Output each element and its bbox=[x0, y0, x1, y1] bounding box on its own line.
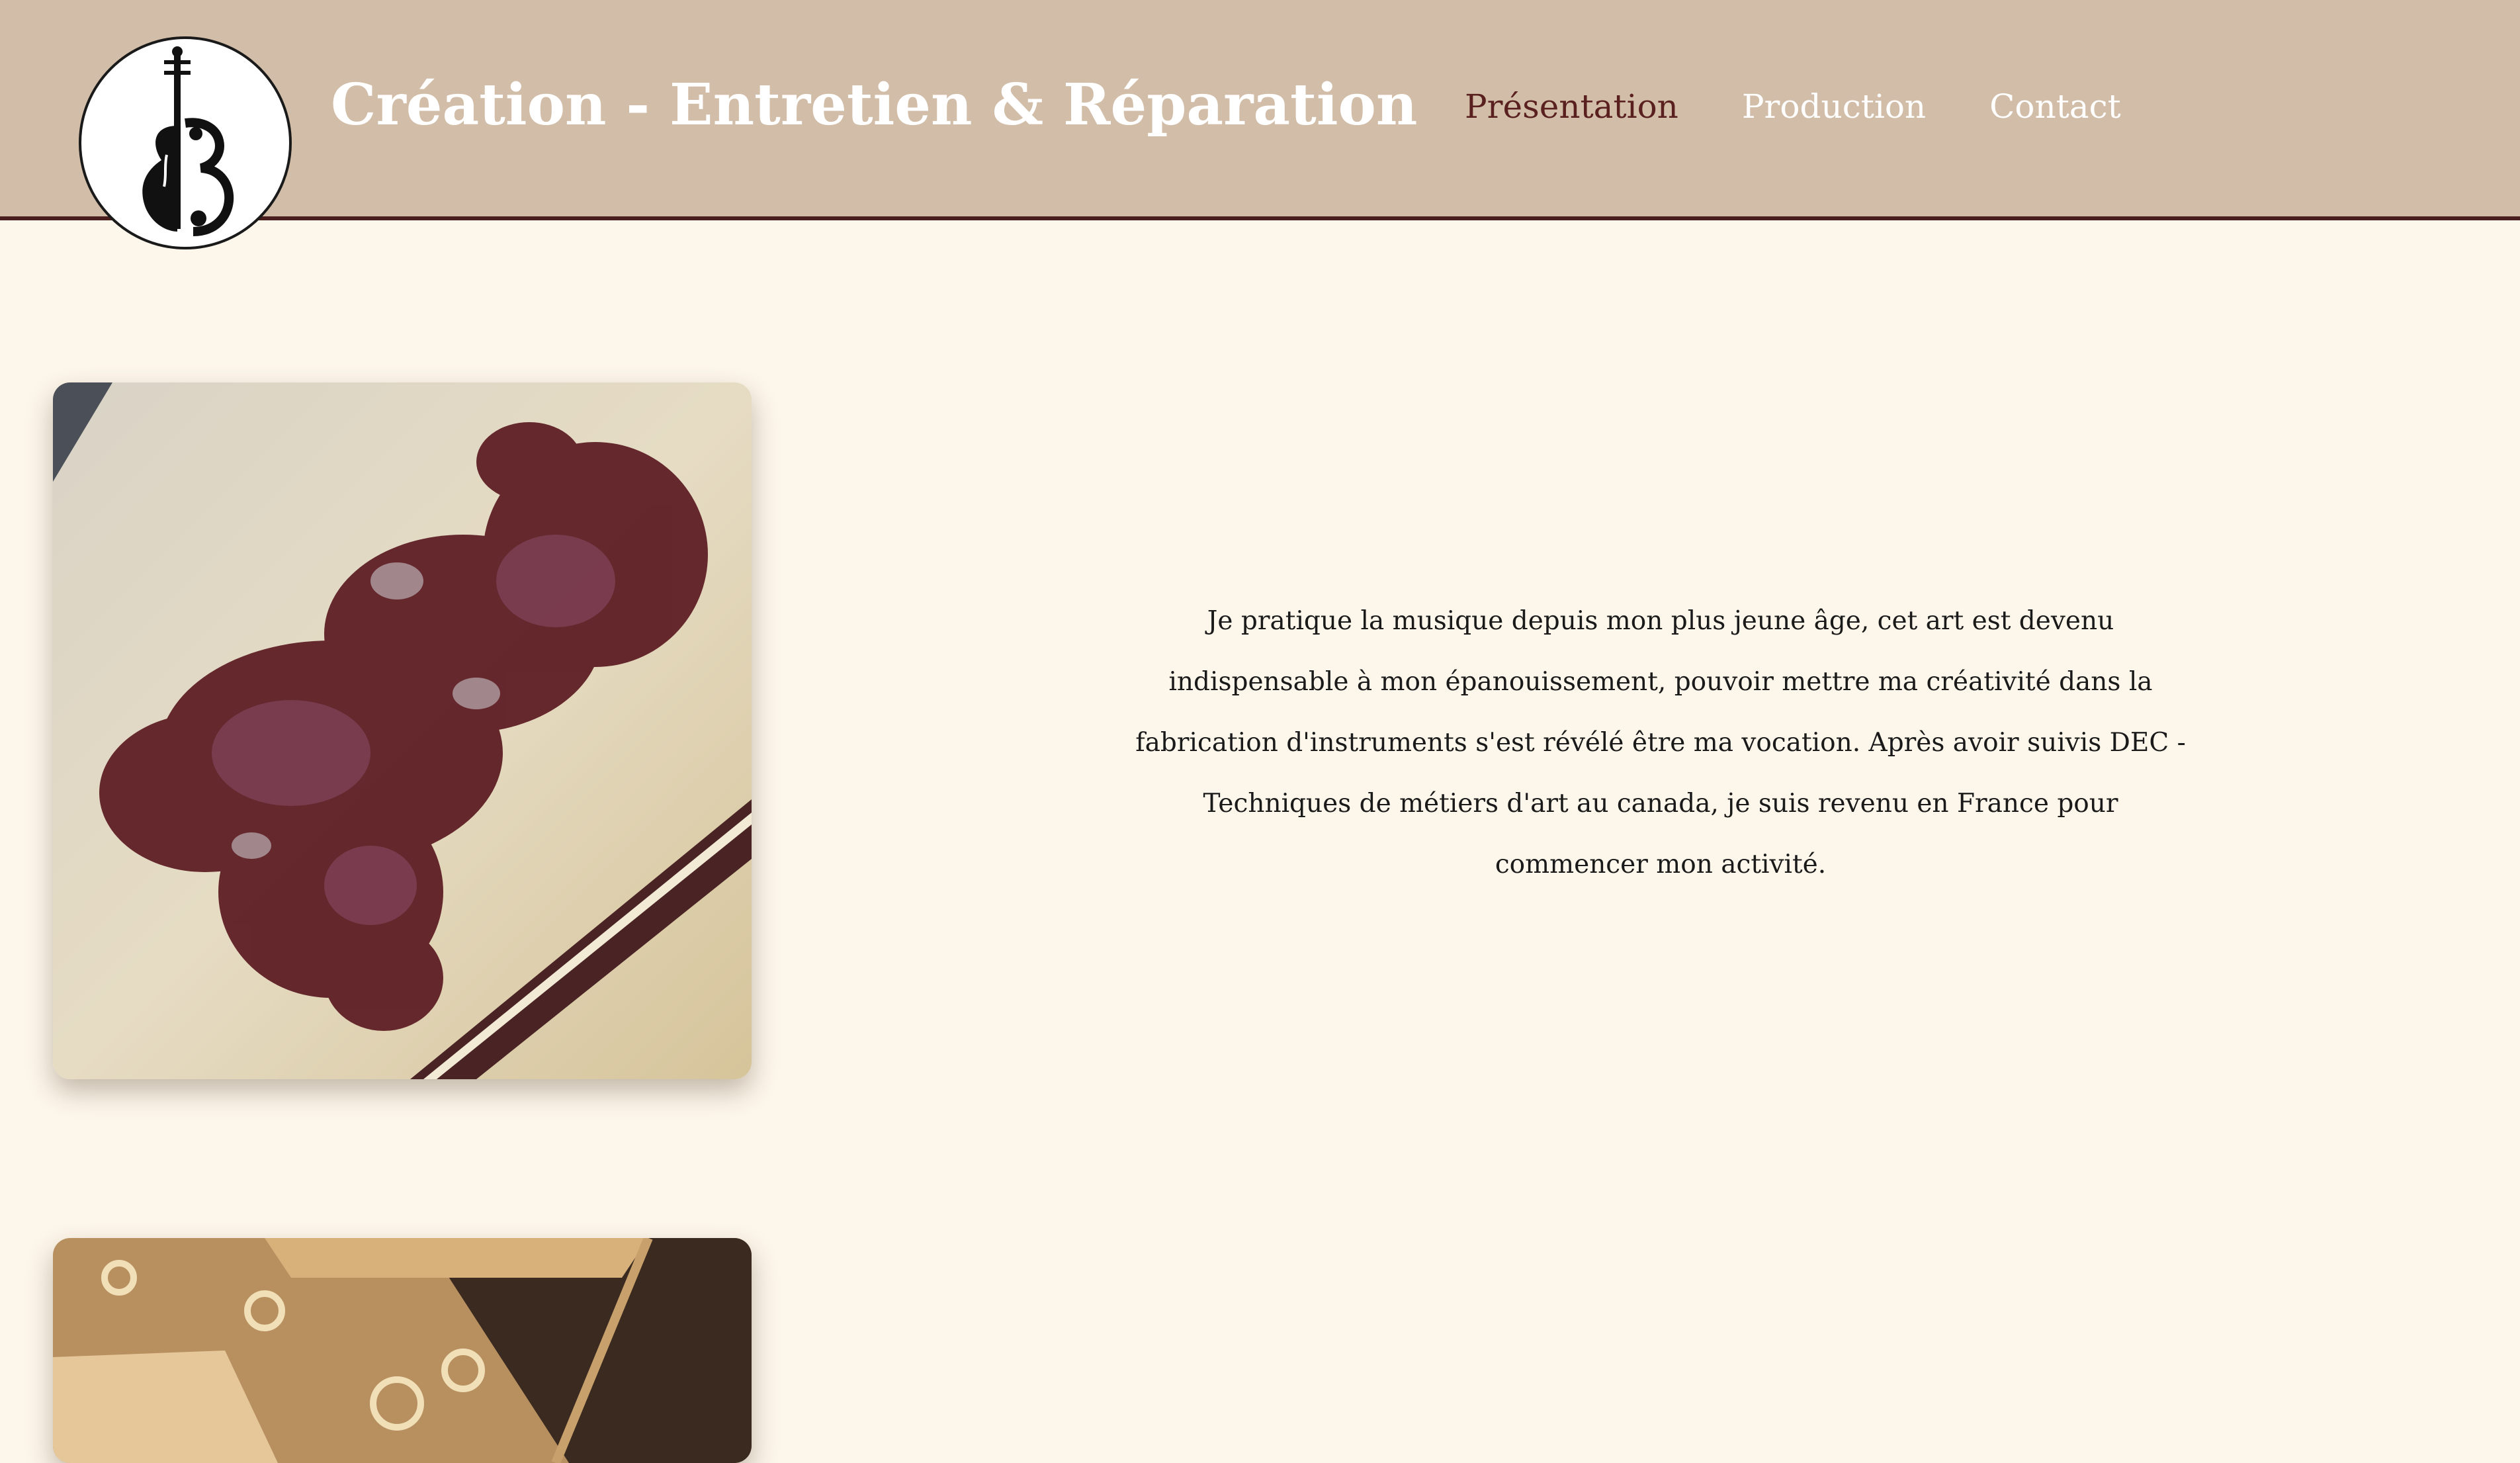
logo[interactable] bbox=[79, 36, 292, 249]
nav-item-presentation[interactable]: Présentation bbox=[1465, 87, 1678, 126]
intro-text: Je pratique la musique depuis mon plus j… bbox=[1135, 606, 2186, 879]
site-header: Création - Entretien & Réparation Présen… bbox=[0, 0, 2520, 249]
main-nav: Présentation Production Contact bbox=[1465, 87, 2121, 126]
violin-b-monogram-icon bbox=[142, 46, 234, 236]
nav-item-production[interactable]: Production bbox=[1742, 87, 1926, 126]
nav-item-contact[interactable]: Contact bbox=[1989, 87, 2121, 126]
site-title: Création - Entretien & Réparation bbox=[331, 71, 1418, 138]
wood-shavings-dark-photo bbox=[53, 382, 752, 1079]
wood-shavings-workbench-photo bbox=[53, 1238, 752, 1463]
